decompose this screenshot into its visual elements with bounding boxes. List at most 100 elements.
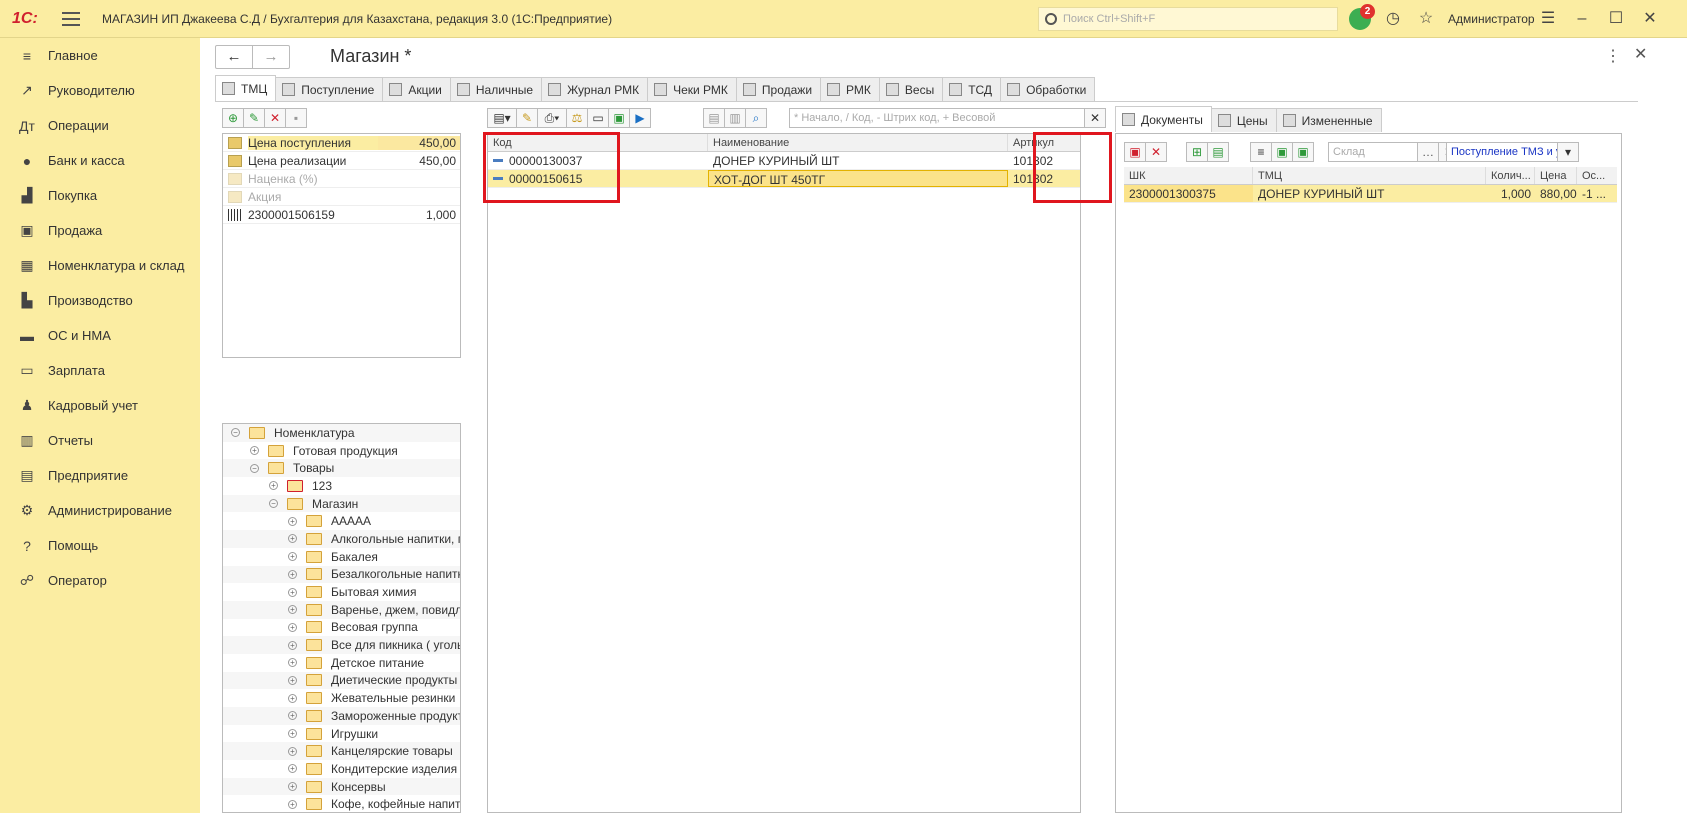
view-mode-icon[interactable]: ▤▾ [487, 108, 517, 128]
tab-cash[interactable]: Наличные [449, 77, 543, 101]
expand-icon[interactable]: + [288, 764, 297, 774]
tree-node[interactable]: + ААААА [223, 512, 460, 530]
sidebar-item-inventory[interactable]: ▦ Номенклатура и склад [0, 248, 200, 283]
expand-icon[interactable]: + [269, 481, 278, 491]
tab-documents[interactable]: Документы [1115, 106, 1212, 132]
expand-icon[interactable]: + [288, 675, 297, 685]
main-menu-button[interactable] [62, 11, 80, 26]
sidebar-item-help[interactable]: ? Помощь [0, 528, 200, 563]
run-icon[interactable]: ▶ [629, 108, 651, 128]
price-row-promo[interactable]: Акция [223, 188, 460, 206]
scales-load-icon[interactable]: ⚖ [566, 108, 588, 128]
col-barcode[interactable]: ШК [1124, 167, 1253, 184]
tree-node-root[interactable]: − Номенклатура [223, 424, 460, 442]
delete-doc-icon[interactable]: ▣ [1124, 142, 1146, 162]
tab-receipt[interactable]: Поступление [275, 77, 384, 101]
chevron-down-icon[interactable]: ▾ [1557, 142, 1579, 162]
tab-tmc[interactable]: ТМЦ [215, 75, 277, 101]
tab-pos-receipts[interactable]: Чеки РМК [647, 77, 737, 101]
print-icon[interactable]: ⎙▾ [537, 108, 567, 128]
sidebar-item-manager[interactable]: ↗ Руководителю [0, 73, 200, 108]
table-row[interactable]: 2300001300375 ДОНЕР КУРИНЫЙ ШТ 1,000 880… [1124, 185, 1617, 203]
save-icon[interactable]: ▪ [285, 108, 307, 128]
expand-icon[interactable]: + [288, 693, 297, 703]
maximize-icon[interactable]: ☐ [1606, 9, 1626, 29]
clear-search-icon[interactable]: ✕ [1084, 108, 1106, 128]
tree-node[interactable]: + Варенье, джем, повидло, мёд [223, 600, 460, 619]
find-icon[interactable]: ⌕ [745, 108, 767, 128]
collapse-icon[interactable]: − [231, 428, 240, 438]
collapse-icon[interactable]: − [269, 499, 278, 509]
item-search-input[interactable]: * Начало, / Код, - Штрих код, + Весовой [789, 108, 1085, 128]
current-user[interactable]: Администратор [1448, 12, 1535, 26]
tree-node[interactable]: +123 [223, 477, 460, 495]
expand-icon[interactable]: + [288, 516, 297, 526]
tab-tsd[interactable]: ТСД [942, 77, 1002, 101]
add-row-icon[interactable]: ⊞ [1186, 142, 1208, 162]
more-actions-icon[interactable]: ⋮ [1605, 46, 1621, 66]
tree-node[interactable]: + Алкогольные напитки, пиво [223, 530, 460, 548]
list-alt-icon[interactable]: ▥ [724, 108, 746, 128]
create-doc-icon[interactable]: ▣ [1271, 142, 1293, 162]
back-arrow-icon[interactable]: ← [216, 46, 252, 68]
collapse-icon[interactable]: − [250, 463, 259, 473]
sidebar-item-admin[interactable]: ⚙ Администрирование [0, 493, 200, 528]
sidebar-item-salary[interactable]: ▭ Зарплата [0, 353, 200, 388]
tree-node[interactable]: − Товары [223, 459, 460, 478]
warehouse-select-icon[interactable]: … [1417, 142, 1439, 162]
list-icon[interactable]: ▤ [703, 108, 725, 128]
expand-icon[interactable]: + [288, 746, 297, 756]
price-row-sale[interactable]: Цена реализации 450,00 [223, 152, 460, 170]
edit-item-icon[interactable]: ✎ [516, 108, 538, 128]
col-qty[interactable]: Колич... [1486, 167, 1535, 184]
expand-icon[interactable]: + [288, 587, 297, 597]
price-row-purchase[interactable]: Цена поступления 450,00 [223, 134, 460, 152]
col-rest[interactable]: Ос... [1577, 167, 1605, 184]
history-icon[interactable]: ◷ [1383, 9, 1403, 29]
tab-pos-journal[interactable]: Журнал РМК [541, 77, 649, 101]
export-icon[interactable]: ▣ [608, 108, 630, 128]
tree-node[interactable]: + Безалкогольные напитки, сок [223, 565, 460, 584]
fill-icon[interactable]: ▤ [1207, 142, 1229, 162]
sidebar-item-sales[interactable]: ▣ Продажа [0, 213, 200, 248]
monitor-icon[interactable]: ▭ [587, 108, 609, 128]
col-price[interactable]: Цена [1535, 167, 1577, 184]
sidebar-item-main[interactable]: ≡ Главное [0, 38, 200, 73]
global-search-input[interactable]: Поиск Ctrl+Shift+F [1038, 7, 1338, 31]
sidebar-item-reports[interactable]: ▥ Отчеты [0, 423, 200, 458]
tab-changed[interactable]: Измененные [1275, 108, 1382, 132]
sidebar-item-operations[interactable]: Дт Операции [0, 108, 200, 143]
forward-arrow-icon[interactable]: → [252, 46, 289, 68]
tree-node[interactable]: + Бытовая химия [223, 583, 460, 601]
remove-icon[interactable]: ✕ [1145, 142, 1167, 162]
tree-node[interactable]: + Жевательные резинки [223, 689, 460, 707]
expand-icon[interactable]: + [288, 622, 297, 632]
create-doc-alt-icon[interactable]: ▣ [1292, 142, 1314, 162]
sidebar-item-production[interactable]: ▙ Производство [0, 283, 200, 318]
col-item[interactable]: ТМЦ [1253, 167, 1486, 184]
tab-processing[interactable]: Обработки [1000, 77, 1096, 101]
tree-node[interactable]: + Кондитерские изделия [223, 760, 460, 778]
expand-icon[interactable]: + [288, 605, 297, 615]
price-row-markup[interactable]: Наценка (%) [223, 170, 460, 188]
expand-icon[interactable]: + [288, 640, 297, 650]
tree-node[interactable]: + Кофе, кофейные напитки [223, 795, 460, 812]
tree-node[interactable]: + Игрушки [223, 725, 460, 743]
expand-icon[interactable]: + [288, 782, 297, 792]
sidebar-item-purchase[interactable]: ▟ Покупка [0, 178, 200, 213]
favorites-star-icon[interactable]: ☆ [1416, 9, 1436, 29]
sidebar-item-operator[interactable]: ☍ Оператор [0, 563, 200, 598]
tab-pos[interactable]: РМК [820, 77, 880, 101]
sidebar-item-enterprise[interactable]: ▤ Предприятие [0, 458, 200, 493]
settings-menu-icon[interactable]: ☰ [1538, 9, 1558, 29]
tab-promotions[interactable]: Акции [382, 77, 451, 101]
barcode-row[interactable]: 2300001506159 1,000 [223, 206, 460, 224]
form-close-icon[interactable]: ✕ [1634, 44, 1647, 64]
expand-icon[interactable]: + [250, 446, 259, 456]
expand-icon[interactable]: + [288, 534, 297, 544]
sidebar-item-bank[interactable]: ● Банк и касса [0, 143, 200, 178]
tree-node[interactable]: + Бакалея [223, 548, 460, 566]
tab-prices[interactable]: Цены [1210, 108, 1277, 132]
expand-icon[interactable]: + [288, 552, 297, 562]
tree-node[interactable]: + Диетические продукты [223, 671, 460, 690]
